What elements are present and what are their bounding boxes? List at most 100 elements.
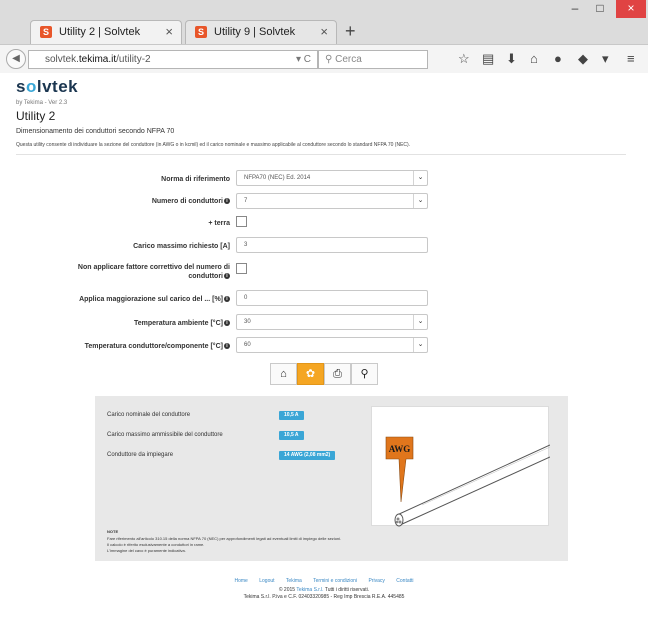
home-button[interactable]: ⌂: [270, 363, 297, 385]
numero-row: Numero di conduttori i 7 ⌄: [0, 193, 648, 213]
addon-icon[interactable]: ◆: [578, 51, 588, 67]
norma-value: NFPA70 (NEC) Ed. 2014: [244, 175, 311, 181]
numero-label: Numero di conduttori i: [152, 197, 230, 206]
browser-chrome: S Utility 2 | Solvtek × S Utility 9 | So…: [0, 0, 648, 73]
divider: [16, 154, 626, 155]
footer-link-home[interactable]: Home: [235, 578, 248, 584]
maximize-button[interactable]: □: [588, 0, 612, 18]
back-arrow-icon[interactable]: ◀: [6, 49, 26, 69]
nominal-load-label: Carico nominale del conduttore: [107, 412, 191, 418]
page-content: solvtek by Tekima - Ver 2.3 Utility 2 Di…: [0, 73, 648, 628]
carico-input[interactable]: 3: [236, 237, 428, 253]
fattore-checkbox[interactable]: [236, 263, 247, 274]
maggiorazione-input[interactable]: 0: [236, 290, 428, 306]
logo-text-end: lvtek: [36, 77, 79, 96]
temp-amb-value: 30: [244, 319, 251, 325]
fattore-label: Non applicare fattore correttivo del num…: [78, 263, 230, 281]
action-toolbar: ⌂ ✿ ⎙ ⚲: [270, 363, 382, 385]
note-line-2: Il calcolo è riferito esclusivamente a c…: [107, 542, 205, 547]
chevron-down-icon: ⌄: [413, 171, 427, 185]
chevron-down-icon: ⌄: [413, 315, 427, 329]
cable-illustration: AWG: [371, 406, 551, 527]
note-line-1: Fare riferimento all'articolo 310.15 del…: [107, 536, 342, 541]
note-line-3: L'immagine del cavo è puramente indicati…: [107, 548, 186, 553]
address-bar[interactable]: solvtek.tekima.it/utility-2 ▾ C: [28, 50, 318, 69]
menu-icon[interactable]: ≡: [627, 51, 635, 66]
temp-cond-label: Temperatura conduttore/componente [°C] i: [85, 342, 230, 351]
reading-list-icon[interactable]: ▤: [482, 51, 494, 67]
chevron-down-icon: ⌄: [413, 194, 427, 208]
company-info: Tekima S.r.l. P.iva e C.F. 02403320985 -…: [243, 594, 405, 600]
temp-amb-label: Temperatura ambiente [°C] i: [134, 319, 230, 328]
note-title: NOTE: [107, 529, 119, 534]
temp-amb-label-text: Temperatura ambiente [°C]: [133, 320, 223, 327]
conductor-label: Conduttore da impiegare: [107, 452, 174, 458]
new-tab-button[interactable]: +: [345, 20, 356, 42]
tab-utility-2[interactable]: S Utility 2 | Solvtek ×: [30, 20, 182, 44]
dropdown-arrow-icon[interactable]: ▾: [602, 51, 609, 67]
close-tab-icon[interactable]: ×: [165, 21, 173, 43]
fattore-row: Non applicare fattore correttivo del num…: [0, 263, 648, 287]
search-button[interactable]: ⚲: [351, 363, 378, 385]
logo-text-start: s: [16, 77, 26, 96]
tab-utility-9[interactable]: S Utility 9 | Solvtek ×: [185, 20, 337, 44]
home-icon[interactable]: ⌂: [530, 51, 538, 66]
footer-link-terms[interactable]: Termini e condizioni: [313, 578, 357, 584]
copyright-link[interactable]: Tekima S.r.l.: [296, 587, 323, 593]
solvtek-favicon-icon: S: [40, 26, 52, 38]
tab-title: Utility 9 | Solvtek: [214, 26, 296, 38]
search-input[interactable]: ⚲ Cerca: [318, 50, 428, 69]
info-icon[interactable]: i: [224, 343, 230, 349]
results-panel: Carico nominale del conduttore 10,5 A Ca…: [95, 396, 568, 561]
norma-label: Norma di riferimento: [161, 176, 230, 183]
search-placeholder: Cerca: [335, 54, 362, 65]
info-icon[interactable]: i: [224, 273, 230, 279]
numero-select[interactable]: 7 ⌄: [236, 193, 428, 209]
close-tab-icon[interactable]: ×: [320, 21, 328, 43]
page-title: Utility 2: [16, 109, 56, 123]
info-icon[interactable]: i: [224, 198, 230, 204]
window-close-button[interactable]: ×: [616, 0, 646, 18]
numero-label-text: Numero di conduttori: [151, 198, 223, 205]
print-button[interactable]: ⎙: [324, 363, 351, 385]
footer-copyright: © 2015 Tekima S.r.l. Tutti i diritti ris…: [0, 587, 648, 601]
info-icon[interactable]: i: [224, 320, 230, 326]
tagline: by Tekima - Ver 2.3: [16, 100, 68, 106]
conductor-badge: 14 AWG (2,08 mm2): [279, 451, 336, 460]
page-description: Questa utility consente di individuare l…: [16, 142, 411, 148]
temp-cond-row: Temperatura conduttore/componente [°C] i …: [0, 337, 648, 357]
temp-amb-select[interactable]: 30 ⌄: [236, 314, 428, 330]
carico-label: Carico massimo richiesto [A]: [133, 243, 230, 250]
maggiorazione-label: Applica maggiorazione sul carico del ...…: [79, 295, 230, 304]
magnifier-icon: ⚲: [325, 54, 336, 65]
footer-link-privacy[interactable]: Privacy: [368, 578, 384, 584]
terra-checkbox[interactable]: [236, 216, 247, 227]
carico-row: Carico massimo richiesto [A] 3: [0, 237, 648, 257]
download-icon[interactable]: ⬇: [506, 51, 517, 67]
navigation-bar: ◀ solvtek.tekima.it/utility-2 ▾ C ⚲ Cerc…: [0, 44, 648, 73]
footer-link-logout[interactable]: Logout: [259, 578, 274, 584]
max-load-badge: 10,5 A: [279, 431, 304, 440]
maggiorazione-row: Applica maggiorazione sul carico del ...…: [0, 290, 648, 310]
reload-icon[interactable]: ▾ C: [296, 51, 311, 68]
info-icon[interactable]: i: [224, 296, 230, 302]
nominal-load-badge: 10,5 A: [279, 411, 304, 420]
minimize-button[interactable]: –: [563, 0, 587, 18]
footer-link-tekima[interactable]: Tekima: [286, 578, 302, 584]
cable-svg: AWG: [385, 436, 551, 527]
fattore-label-line-2: conduttori: [188, 273, 223, 280]
terra-row: + terra: [0, 216, 648, 236]
numero-value: 7: [244, 198, 248, 204]
solvtek-logo[interactable]: solvtek: [16, 77, 78, 97]
bookmark-star-icon[interactable]: ☆: [458, 51, 470, 67]
chat-icon[interactable]: ●: [554, 51, 562, 66]
footer-link-contacts[interactable]: Contatti: [396, 578, 413, 584]
url-path: /utility-2: [116, 54, 151, 65]
norma-select[interactable]: NFPA70 (NEC) Ed. 2014 ⌄: [236, 170, 428, 186]
url-domain: tekima.it: [78, 54, 117, 65]
temp-amb-row: Temperatura ambiente [°C] i 30 ⌄: [0, 314, 648, 334]
copyright-suffix: Tutti i diritti riservati.: [323, 587, 370, 593]
settings-button[interactable]: ✿: [297, 363, 324, 385]
temp-cond-select[interactable]: 60 ⌄: [236, 337, 428, 353]
page-subtitle: Dimensionamento dei conduttori secondo N…: [16, 128, 175, 135]
